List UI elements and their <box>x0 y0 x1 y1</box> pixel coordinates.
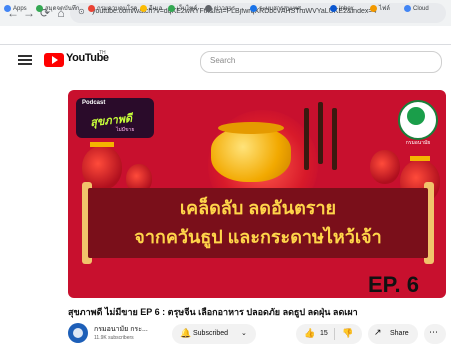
hamburger-menu-icon[interactable] <box>18 53 32 67</box>
podcast-sub-text: ไม่มีขาย <box>116 127 135 133</box>
search-placeholder: Search <box>210 56 236 65</box>
like-count: 15 <box>320 330 328 337</box>
thumbs-down-icon[interactable]: 👎 <box>342 328 353 339</box>
bookmarks-bar <box>0 26 451 45</box>
bookmark-item[interactable]: เว็บไซต์ <box>168 3 197 15</box>
bookmark-item[interactable]: ข่าวสาร <box>205 3 235 15</box>
incense-stick-image <box>332 108 337 170</box>
incense-stick-image <box>318 102 323 164</box>
ministry-label: กรมอนามัย <box>405 140 431 146</box>
chevron-down-icon: ⌄ <box>241 330 247 337</box>
episode-label: EP. 6 <box>368 272 419 297</box>
lantern-image <box>370 150 400 184</box>
channel-name[interactable]: กรมอนามัย กระ... <box>94 324 148 335</box>
bookmark-item[interactable]: ไฟล์ <box>370 3 390 15</box>
video-title: สุขภาพดี ไม่มีขาย EP 6 : ตรุษจีน เลือกอา… <box>68 307 358 317</box>
thumbs-up-icon: 👍 <box>304 328 316 338</box>
lantern-cap <box>90 142 114 147</box>
bookmark-item[interactable]: Apps <box>4 3 27 15</box>
bookmark-item[interactable]: อีเมล <box>140 3 162 15</box>
subscriber-count: 11.9K subscribers <box>94 335 134 341</box>
bookmark-item[interactable]: Inbox <box>330 3 354 15</box>
bookmark-item[interactable]: สมุดจดบันทึก <box>36 3 79 15</box>
youtube-logo-icon[interactable] <box>44 53 64 67</box>
bookmark-item[interactable]: กรมควบคุมโรค <box>88 3 137 15</box>
more-icon: ⋯ <box>429 327 438 337</box>
country-code: TH <box>99 50 106 56</box>
incense-stick-image <box>304 108 309 170</box>
ministry-emblem-icon <box>407 107 425 125</box>
video-player[interactable]: เคล็ดลับ ลดอันตราย จากควันธูป และกระดาษไ… <box>68 90 446 298</box>
headline-line-1: เคล็ดลับ ลดอันตราย <box>179 198 337 218</box>
site-info-icon[interactable]: ⊙ <box>78 7 88 17</box>
share-label: Share <box>390 330 409 337</box>
headline-line-2: จากควันธูป และกระดาษไหว้เจ้า <box>134 227 382 247</box>
bell-icon: 🔔 <box>180 328 192 338</box>
share-icon: ↗ <box>374 327 382 337</box>
bookmark-item[interactable]: ระบบสารสนเทศ... <box>250 3 306 15</box>
channel-avatar[interactable] <box>68 323 88 343</box>
gold-pot-image <box>211 128 291 182</box>
lantern-cap <box>410 156 430 161</box>
gold-pot-rim <box>218 122 284 134</box>
podcast-label: Podcast <box>82 100 106 106</box>
search-input[interactable] <box>200 51 442 73</box>
like-dislike-divider <box>334 328 335 340</box>
subscribe-label: Subscribed <box>193 330 229 337</box>
bookmark-item[interactable]: Cloud <box>404 3 429 15</box>
